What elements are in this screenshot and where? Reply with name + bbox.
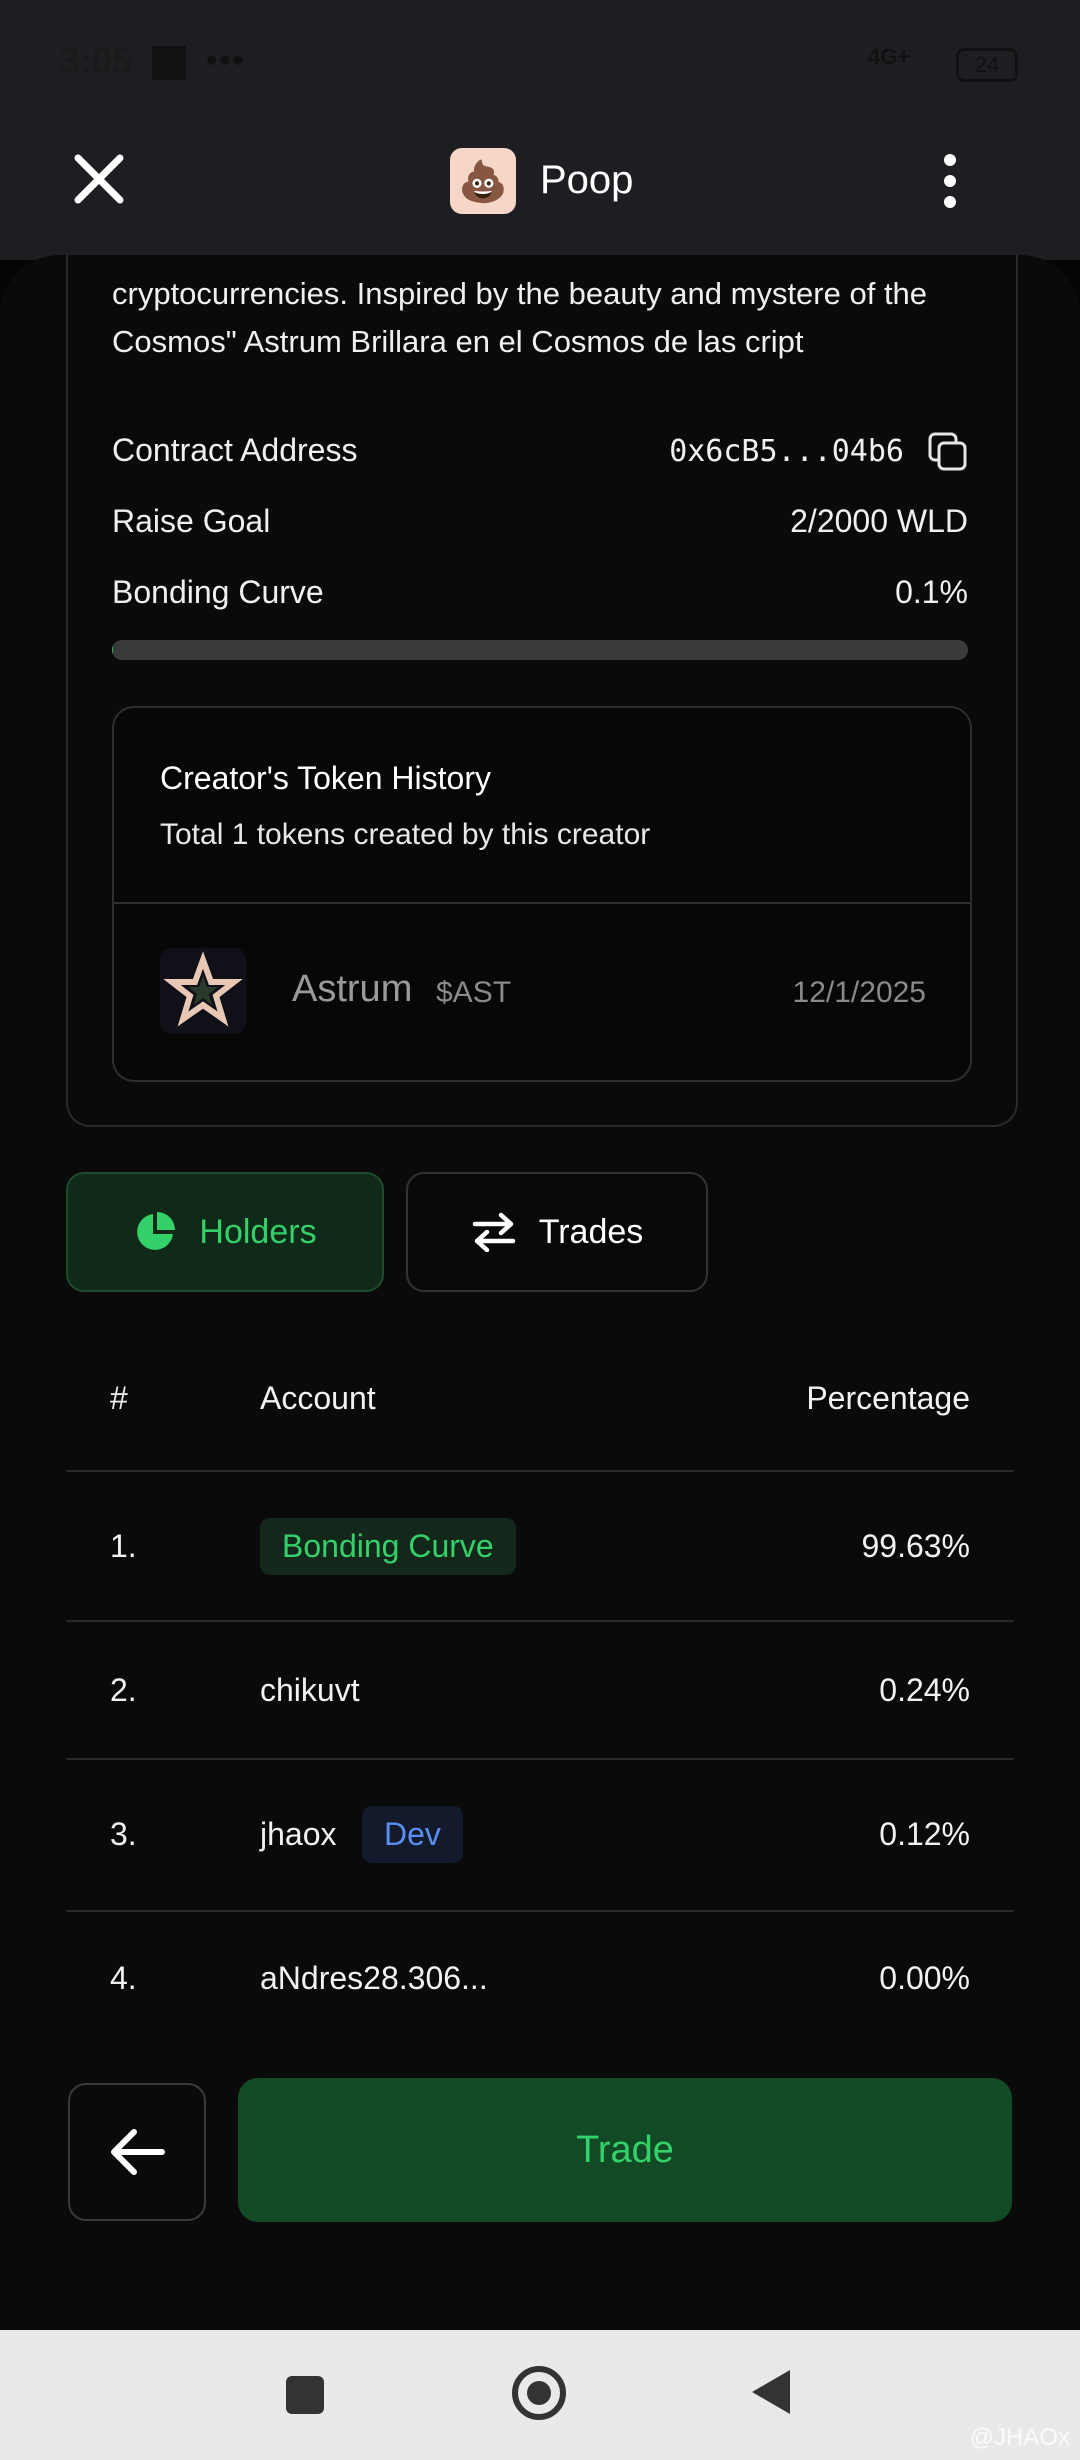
column-header-rank: # [110,1380,128,1416]
more-notifications-icon: ••• [206,42,246,78]
token-avatar [160,948,246,1034]
table-divider [66,1758,1014,1760]
trade-button[interactable]: Trade [238,2078,1012,2222]
battery-icon: 24 [956,48,1018,82]
contract-address-value: 0x6cB5...04b6 [669,434,904,469]
close-icon[interactable] [68,148,130,210]
home-icon[interactable] [512,2366,566,2420]
system-back-icon[interactable] [752,2370,790,2414]
more-vertical-icon[interactable] [930,152,970,210]
content-sheet [0,255,1080,2330]
status-time: 3:05 [60,40,133,81]
raise-goal-label: Raise Goal [112,503,271,539]
pie-chart-icon [137,1212,176,1250]
back-button[interactable] [68,2083,206,2221]
row-percentage: 0.24% [879,1672,970,1708]
creator-history-card: Creator's Token History Total 1 tokens c… [112,706,972,1082]
recents-icon[interactable] [286,2376,324,2414]
row-account[interactable]: jhaox [260,1816,337,1853]
signal-icon: 4G+ [868,44,911,69]
app-icon: 💩 [450,148,516,214]
row-rank: 1. [110,1528,137,1564]
row-percentage: 99.63% [861,1528,970,1564]
arrow-left-icon [111,2129,165,2175]
creator-history-title: Creator's Token History [160,760,491,796]
column-header-percentage: Percentage [806,1380,970,1416]
tab-trades[interactable]: Trades [406,1172,708,1292]
notification-icon [152,46,186,80]
bonding-curve-value: 0.1% [895,574,968,610]
table-divider [66,1910,1014,1912]
row-rank: 4. [110,1960,137,1996]
bonding-curve-progress [112,640,968,660]
app-title: Poop [540,158,634,202]
row-rank: 3. [110,1816,137,1852]
row-account[interactable]: chikuvt [260,1672,360,1709]
row-percentage: 0.00% [879,1960,970,1996]
token-name: Astrum [292,968,413,1010]
bonding-curve-badge: Bonding Curve [260,1518,516,1575]
table-divider [66,1470,1014,1472]
row-account[interactable]: aNdres28.306... [260,1960,488,1997]
tab-holders[interactable]: Holders [66,1172,384,1292]
tab-trades-label: Trades [538,1212,644,1251]
swap-arrows-icon [472,1212,515,1252]
table-divider [66,1620,1014,1622]
scroll-fade [0,2255,1080,2315]
watermark: @JHAOx [969,2424,1070,2451]
token-description: cryptocurrencies. Inspired by the beauty… [112,276,928,359]
token-symbol: $AST [436,976,512,1009]
column-header-account: Account [260,1380,376,1416]
contract-address-label: Contract Address [112,432,358,468]
token-date: 12/1/2025 [792,976,926,1009]
dev-badge: Dev [362,1806,463,1863]
bonding-curve-label: Bonding Curve [112,574,324,610]
copy-icon[interactable] [926,430,970,474]
divider [114,902,970,904]
status-bar: 3:05 ••• 4G+ 24 [0,0,1080,130]
row-percentage: 0.12% [879,1816,970,1852]
row-rank: 2. [110,1672,137,1708]
raise-goal-value: 2/2000 WLD [790,503,968,539]
creator-history-subtitle: Total 1 tokens created by this creator [160,818,651,851]
tab-holders-label: Holders [199,1212,317,1251]
